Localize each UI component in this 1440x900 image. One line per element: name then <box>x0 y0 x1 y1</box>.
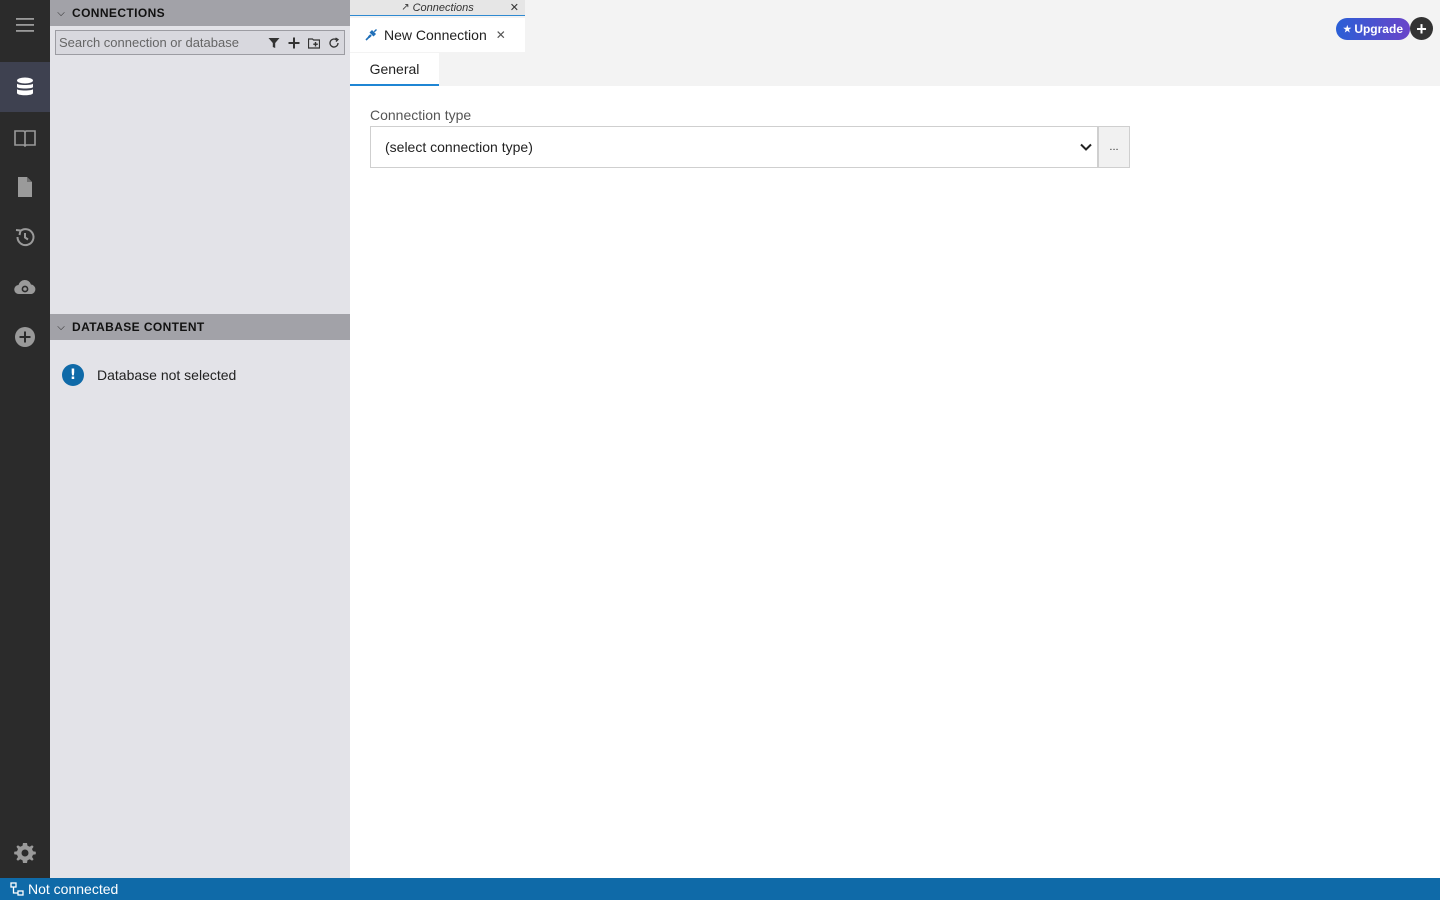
search-box <box>55 30 345 55</box>
chevron-down-icon: ⌵ <box>57 7 65 19</box>
new-tab-button[interactable]: + <box>1410 17 1433 40</box>
refresh-button[interactable] <box>324 31 344 54</box>
plug-icon <box>365 29 377 41</box>
connections-panel-title: CONNECTIONS <box>72 6 166 20</box>
settings-rail-button[interactable] <box>0 828 50 878</box>
connection-type-label: Connection type <box>370 107 472 123</box>
files-rail-button[interactable] <box>0 162 50 212</box>
connection-type-value: (select connection type) <box>385 139 533 155</box>
chevron-down-icon <box>1075 143 1097 151</box>
close-icon[interactable]: ✕ <box>496 28 506 42</box>
tab-connections-label: Connections <box>412 1 474 14</box>
history-icon <box>15 228 35 247</box>
sidebar: ⌵ CONNECTIONS ⌵ DATABASE CONTENT ! Datab… <box>50 0 350 878</box>
folder-add-icon <box>308 37 320 49</box>
connections-rail-button[interactable] <box>0 62 50 112</box>
history-rail-button[interactable] <box>0 212 50 262</box>
add-folder-button[interactable] <box>304 31 324 54</box>
icon-rail <box>0 0 50 878</box>
connection-type-select[interactable]: (select connection type) <box>370 126 1098 168</box>
add-connection-button[interactable] <box>284 31 304 54</box>
connections-panel-header[interactable]: ⌵ CONNECTIONS <box>50 0 350 26</box>
network-disconnected-icon <box>10 882 24 896</box>
database-content-panel-header[interactable]: ⌵ DATABASE CONTENT <box>50 314 350 340</box>
tab-new-connection-label: New Connection <box>384 27 487 43</box>
gear-icon <box>14 843 36 863</box>
search-input[interactable] <box>56 31 264 54</box>
status-bar: Not connected <box>0 878 1440 900</box>
hamburger-icon <box>16 18 34 32</box>
documentation-rail-button[interactable] <box>0 113 50 163</box>
database-content-panel-title: DATABASE CONTENT <box>72 320 205 334</box>
filter-button[interactable] <box>264 31 284 54</box>
file-icon <box>18 177 32 197</box>
tab-bar: ↗ Connections ✕ New Connection ✕ General… <box>350 0 1440 86</box>
status-text: Not connected <box>28 881 119 897</box>
database-icon <box>17 77 33 96</box>
star-icon: ★ <box>1343 23 1352 34</box>
connection-type-more-button[interactable]: ... <box>1098 126 1130 168</box>
database-status-message: ! Database not selected <box>62 364 236 386</box>
add-rail-button[interactable] <box>0 312 50 362</box>
menu-button[interactable] <box>0 0 50 50</box>
plug-icon: ↗ <box>401 2 410 13</box>
cloud-rail-button[interactable] <box>0 262 50 312</box>
add-circle-icon <box>15 327 35 347</box>
refresh-icon <box>329 36 340 48</box>
info-icon: ! <box>62 364 84 386</box>
upgrade-button[interactable]: ★ Upgrade <box>1336 18 1410 40</box>
filter-icon <box>268 37 280 48</box>
database-status-text: Database not selected <box>97 367 237 383</box>
tab-connections[interactable]: ↗ Connections ✕ <box>350 0 525 16</box>
close-icon[interactable]: ✕ <box>510 1 519 14</box>
chevron-down-icon: ⌵ <box>57 321 65 333</box>
plus-icon <box>288 37 300 48</box>
tab-new-connection[interactable]: New Connection ✕ <box>350 18 525 52</box>
cloud-icon <box>14 280 36 295</box>
tab-general[interactable]: General <box>350 53 439 86</box>
book-icon <box>14 130 36 148</box>
upgrade-label: Upgrade <box>1354 22 1403 36</box>
